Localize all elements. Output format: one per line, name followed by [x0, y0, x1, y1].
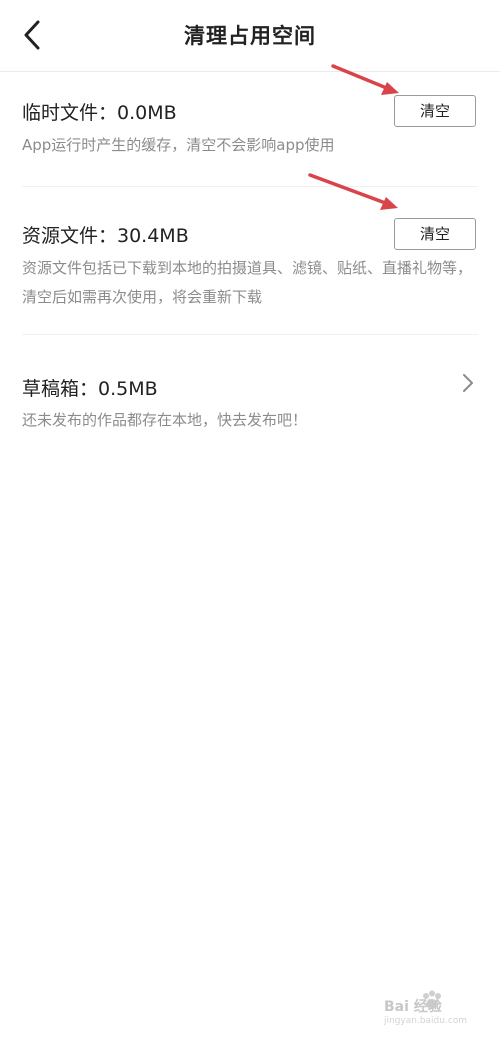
page-title: 清理占用空间	[184, 24, 316, 48]
temp-files-description: App运行时产生的缓存，清空不会影响app使用	[22, 136, 335, 154]
clear-temp-files-button[interactable]: 清空	[394, 95, 476, 127]
resource-files-description: 资源文件包括已下载到本地的拍摄道具、滤镜、贴纸、直播礼物等，清空后如需再次使用，…	[22, 259, 473, 306]
drafts-title: 草稿箱：0.5MB	[22, 378, 158, 400]
chevron-right-icon	[463, 374, 473, 392]
temp-files-title: 临时文件：0.0MB	[22, 102, 177, 124]
drafts-open-button[interactable]	[458, 372, 478, 394]
resource-files-section: 资源文件：30.4MB 资源文件包括已下载到本地的拍摄道具、滤镜、贴纸、直播礼物…	[0, 186, 500, 336]
header-bar: 清理占用空间	[0, 0, 500, 72]
watermark-brand: Bai 经验	[384, 999, 442, 1015]
watermark-url: jingyan.baidu.com	[384, 1016, 468, 1026]
watermark: Bai 经验 jingyan.baidu.com	[384, 990, 490, 1030]
resource-files-title: 资源文件：30.4MB	[22, 225, 189, 247]
drafts-description: 还未发布的作品都存在本地，快去发布吧！	[22, 411, 308, 429]
clear-resource-files-button[interactable]: 清空	[394, 218, 476, 250]
temp-files-section: 临时文件：0.0MB App运行时产生的缓存，清空不会影响app使用 清空	[0, 72, 500, 192]
drafts-section[interactable]: 草稿箱：0.5MB 还未发布的作品都存在本地，快去发布吧！	[0, 334, 500, 444]
